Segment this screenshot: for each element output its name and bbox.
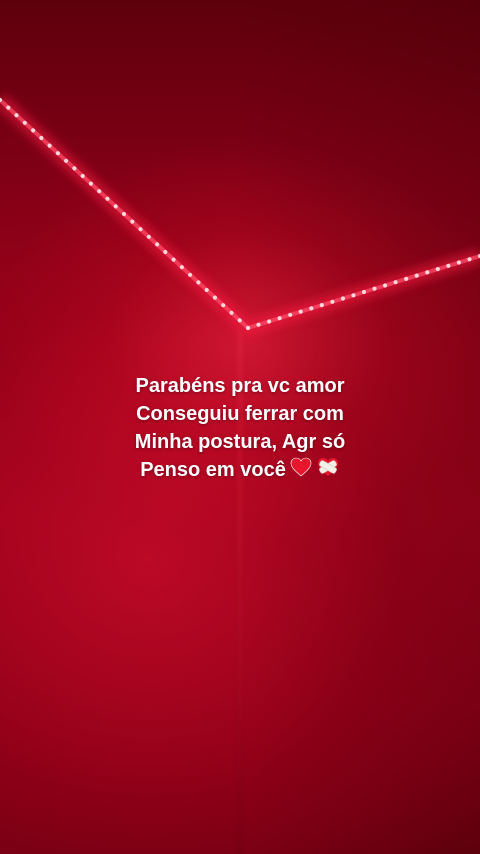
led-dot <box>30 128 36 133</box>
led-dot <box>372 286 377 291</box>
led-dot <box>171 257 176 262</box>
caption-line-1: Parabéns pra vc amor <box>135 375 345 397</box>
led-dot <box>277 316 282 321</box>
led-dot <box>22 120 27 125</box>
caption-line-2: Conseguiu ferrar com <box>136 403 344 425</box>
led-dot <box>340 296 345 301</box>
led-dots <box>0 97 480 331</box>
led-dot <box>435 267 440 272</box>
led-dot <box>163 249 168 255</box>
led-dot <box>237 318 242 323</box>
led-dot <box>196 280 201 285</box>
led-dot <box>298 309 303 314</box>
led-dot <box>113 204 118 209</box>
led-dot <box>130 219 135 224</box>
caption-line-4: Penso em você <box>0 456 480 485</box>
led-dot <box>212 295 217 300</box>
mending-heart-icon <box>316 457 340 485</box>
led-dot <box>425 270 430 275</box>
led-dot <box>97 189 102 194</box>
led-dot <box>351 293 356 298</box>
led-dot <box>229 310 234 315</box>
led-dot <box>383 283 388 288</box>
led-dot <box>138 227 143 232</box>
led-dot <box>64 158 69 163</box>
led-dot <box>6 105 11 110</box>
led-dot <box>121 211 127 217</box>
caption-line-4-text: Penso em você <box>140 459 286 481</box>
story-caption: Parabéns pra vc amor Conseguiu ferrar co… <box>0 372 480 485</box>
led-dot <box>456 260 461 265</box>
led-dot <box>256 322 261 327</box>
led-dot <box>47 143 52 148</box>
led-dot <box>221 303 226 308</box>
led-dot <box>330 299 335 304</box>
led-dot <box>155 242 160 247</box>
led-dot <box>88 181 93 186</box>
led-dot <box>361 289 367 295</box>
led-dot <box>72 166 77 171</box>
led-dot <box>404 276 409 281</box>
led-dot <box>309 306 314 311</box>
led-dot <box>393 280 398 285</box>
led-dot <box>146 234 151 239</box>
led-dot <box>319 303 324 308</box>
led-dot <box>188 272 193 277</box>
led-dot <box>288 312 293 317</box>
story-screen: Parabéns pra vc amor Conseguiu ferrar co… <box>0 0 480 854</box>
led-dot <box>80 173 85 179</box>
led-dot <box>179 265 184 270</box>
led-dot <box>39 135 44 141</box>
caption-line-3: Minha postura, Agr só <box>134 431 346 453</box>
led-dot <box>267 319 272 324</box>
led-dot <box>204 287 209 293</box>
led-dot <box>245 325 251 331</box>
led-dot <box>414 273 419 278</box>
led-dot <box>446 263 451 268</box>
red-heart-icon <box>290 457 312 485</box>
led-dot <box>105 196 110 201</box>
led-dot <box>467 257 472 262</box>
led-dot <box>55 151 61 156</box>
led-dot <box>14 113 19 118</box>
